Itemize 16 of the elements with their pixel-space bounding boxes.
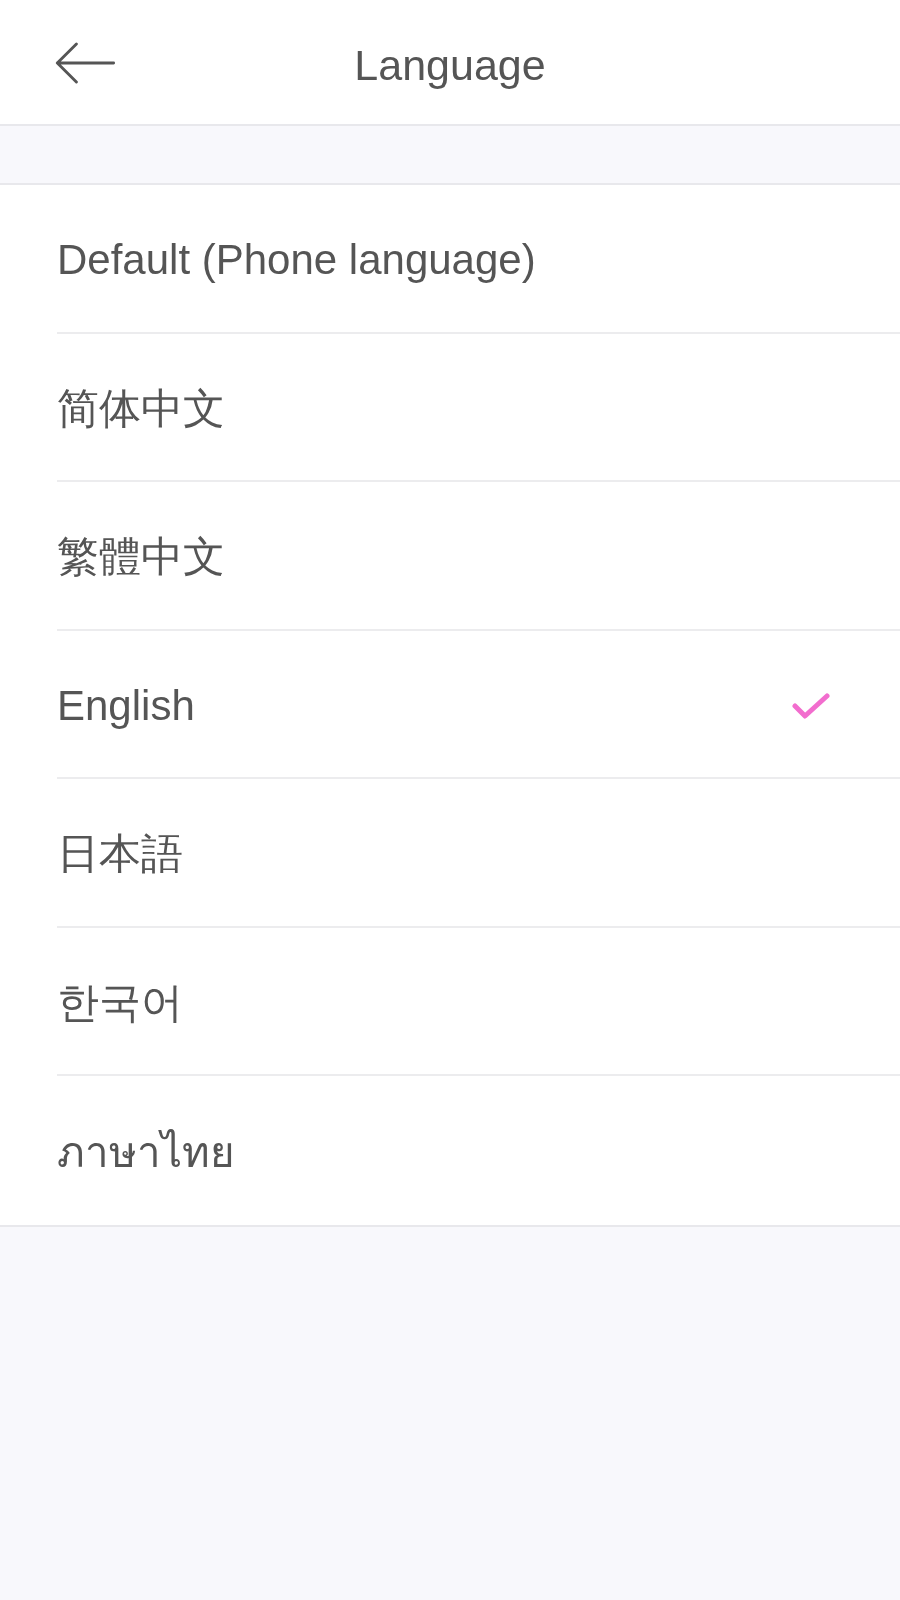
language-option[interactable]: English xyxy=(57,630,900,779)
language-option[interactable]: 日本語 xyxy=(57,779,900,928)
language-option[interactable]: Default (Phone language) xyxy=(57,185,900,334)
language-option[interactable]: 繁體中文 xyxy=(57,482,900,631)
language-option[interactable]: ภาษาไทย xyxy=(57,1076,900,1225)
language-label: English xyxy=(57,681,195,730)
language-label: ภาษาไทย xyxy=(57,1128,235,1179)
screen-title: Language xyxy=(354,39,546,90)
language-label: 日本語 xyxy=(57,829,183,880)
language-label: 한국어 xyxy=(57,977,183,1028)
language-label: 简体中文 xyxy=(57,383,225,434)
language-label: 繁體中文 xyxy=(57,532,225,583)
language-label: Default (Phone language) xyxy=(57,236,536,285)
back-arrow-icon xyxy=(54,42,116,84)
language-option[interactable]: 한국어 xyxy=(57,927,900,1076)
language-option[interactable]: 简体中文 xyxy=(57,333,900,482)
